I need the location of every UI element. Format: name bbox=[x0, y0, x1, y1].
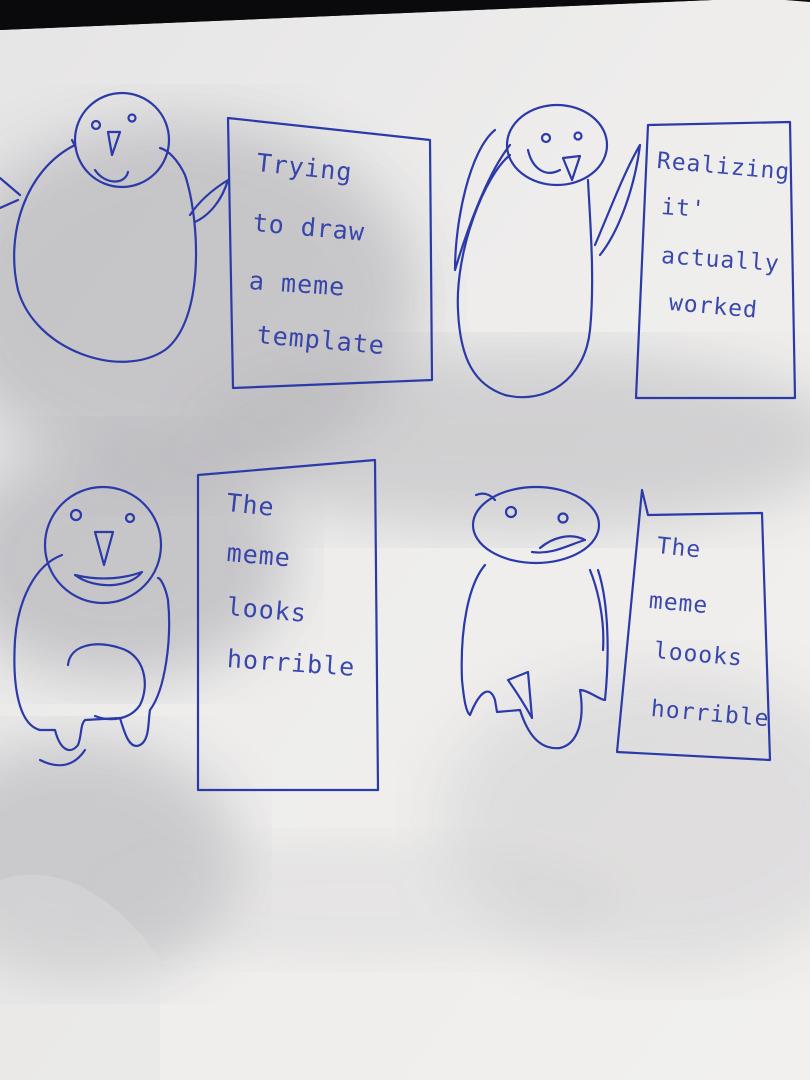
caption-3-line-3: looks bbox=[225, 592, 309, 628]
caption-4-line-1: The bbox=[655, 533, 703, 564]
caption-2-line-2: it' bbox=[660, 194, 707, 224]
caption-3-line-1: The bbox=[225, 488, 277, 522]
caption-3-line-2: meme bbox=[225, 538, 293, 573]
caption-1-line-3: a meme bbox=[248, 266, 347, 302]
caption-4-line-2: meme bbox=[647, 588, 710, 620]
photo-scene: Trying to draw a meme template Realizing… bbox=[0, 0, 810, 1080]
